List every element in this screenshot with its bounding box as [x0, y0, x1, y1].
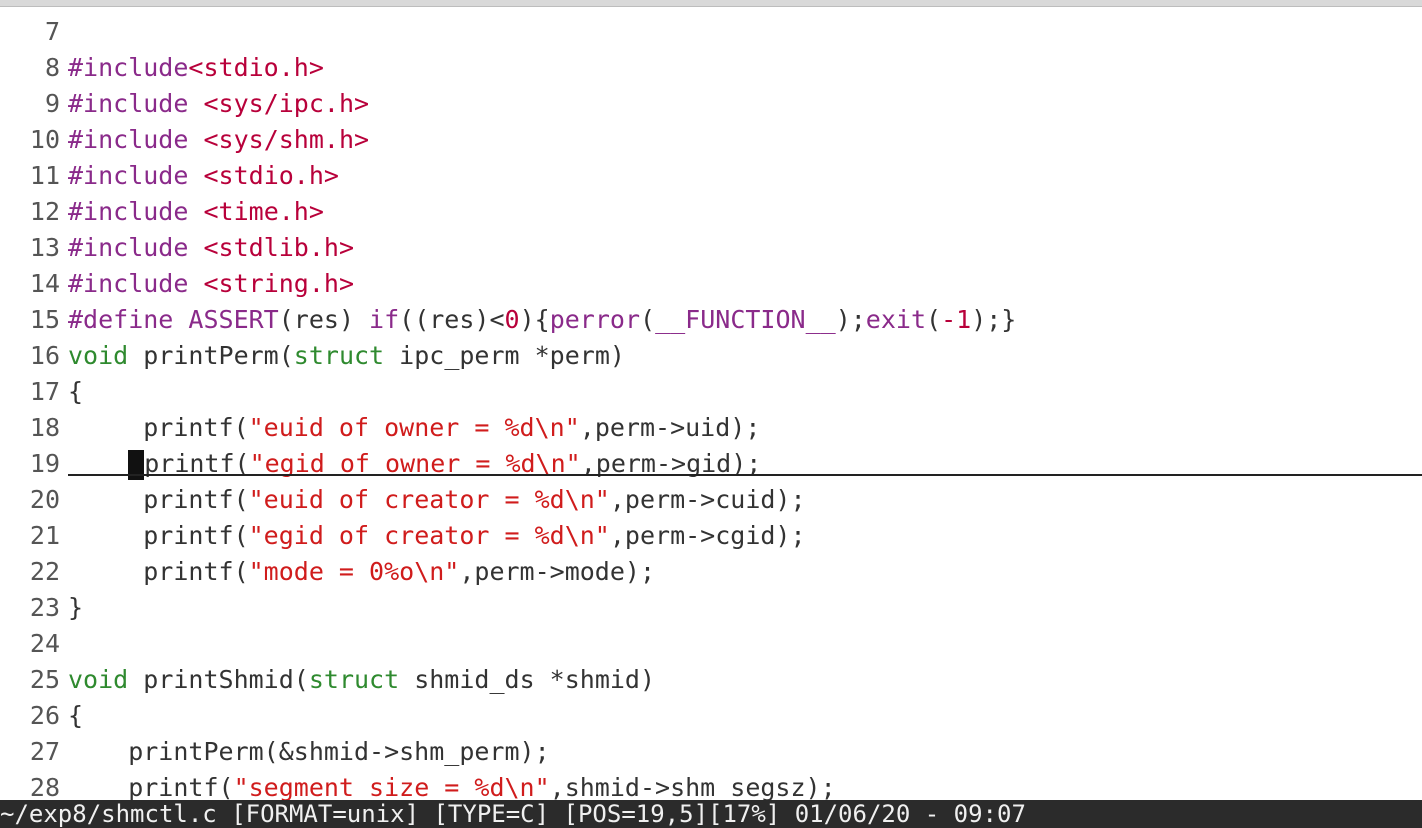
line-number: 17	[29, 377, 60, 406]
line-number: 25	[29, 665, 60, 694]
line-number: 16	[29, 341, 60, 370]
line-code: void printShmid(struct shmid_ds *shmid)	[68, 665, 656, 694]
line-number: 12	[29, 197, 60, 226]
line-code: #include <sys/ipc.h>	[68, 89, 370, 118]
line-code: printf("egid of creator = %d\n",perm->cg…	[68, 521, 806, 550]
line-code: #define ASSERT(res) if((res)<0){perror(_…	[68, 305, 1017, 334]
code-line[interactable]: 27 printPerm(&shmid->shm_perm);	[0, 734, 1422, 770]
line-number: 22	[29, 557, 60, 586]
line-code: #include <stdio.h>	[68, 161, 339, 190]
line-number: 15	[29, 305, 60, 334]
line-number: 27	[29, 737, 60, 766]
line-number: 18	[29, 413, 60, 442]
code-line[interactable]: 11 #include <stdio.h>	[0, 158, 1422, 194]
line-number: 20	[29, 485, 60, 514]
tab-line	[0, 0, 1422, 7]
line-number: 14	[29, 269, 60, 298]
status-line: ~/exp8/shmctl.c [FORMAT=unix] [TYPE=C] […	[0, 800, 1422, 828]
line-code: printf("euid of creator = %d\n",perm->cu…	[68, 485, 806, 514]
code-line[interactable]: 10 #include <sys/shm.h>	[0, 122, 1422, 158]
line-number: 13	[29, 233, 60, 262]
code-line[interactable]: 22 printf("mode = 0%o\n",perm->mode);	[0, 554, 1422, 590]
line-code: #include <time.h>	[68, 197, 324, 226]
code-line[interactable]: 12 #include <time.h>	[0, 194, 1422, 230]
code-line[interactable]: 13 #include <stdlib.h>	[0, 230, 1422, 266]
code-line[interactable]: 9 #include <sys/ipc.h>	[0, 86, 1422, 122]
line-number: 7	[44, 17, 60, 46]
vim-editor[interactable]: 7 8 #include<stdio.h> 9 #include <sys/ipc.h>…	[0, 0, 1422, 828]
code-area[interactable]: 7 8 #include<stdio.h> 9 #include <sys/ipc.h>…	[0, 14, 1422, 806]
code-line[interactable]: 26 {	[0, 698, 1422, 734]
code-line[interactable]: 14 #include <string.h>	[0, 266, 1422, 302]
code-line[interactable]: 15 #define ASSERT(res) if((res)<0){perror…	[0, 302, 1422, 338]
line-number: 9	[44, 89, 60, 118]
code-line[interactable]: 7	[0, 14, 1422, 50]
line-number: 19	[29, 449, 60, 478]
cursor-line-underline	[68, 474, 1422, 476]
line-number: 23	[29, 593, 60, 622]
line-number: 11	[29, 161, 60, 190]
line-code: printf("segment size = %d\n",shmid->shm_…	[68, 773, 836, 802]
code-line[interactable]: 16 void printPerm(struct ipc_perm *perm)	[0, 338, 1422, 374]
code-line[interactable]: 20 printf("euid of creator = %d\n",perm-…	[0, 482, 1422, 518]
line-code: printf("mode = 0%o\n",perm->mode);	[68, 557, 656, 586]
line-number: 8	[44, 53, 60, 82]
line-code: #include <sys/shm.h>	[68, 125, 370, 154]
line-number: 21	[29, 521, 60, 550]
line-code: }	[68, 593, 84, 622]
line-code: printf("euid of owner = %d\n",perm->uid)…	[68, 413, 761, 442]
line-code: #include<stdio.h>	[68, 53, 324, 82]
code-line[interactable]: 18 printf("euid of owner = %d\n",perm->u…	[0, 410, 1422, 446]
line-code: #include <stdlib.h>	[68, 233, 354, 262]
line-code: printPerm(&shmid->shm_perm);	[68, 737, 550, 766]
code-line[interactable]: 17 {	[0, 374, 1422, 410]
line-code: {	[68, 701, 84, 730]
code-line[interactable]: 23}	[0, 590, 1422, 626]
line-code: void printPerm(struct ipc_perm *perm)	[68, 341, 625, 370]
code-line[interactable]: 21 printf("egid of creator = %d\n",perm-…	[0, 518, 1422, 554]
line-number: 24	[29, 629, 60, 658]
code-line[interactable]: 25 void printShmid(struct shmid_ds *shmid…	[0, 662, 1422, 698]
code-line[interactable]: 8 #include<stdio.h>	[0, 50, 1422, 86]
code-line[interactable]: 24	[0, 626, 1422, 662]
line-code: {	[68, 377, 84, 406]
code-line[interactable]: 19 printf("egid of owner = %d\n",perm->g…	[0, 446, 1422, 482]
line-number: 10	[29, 125, 60, 154]
line-code: #include <string.h>	[68, 269, 354, 298]
line-number: 26	[29, 701, 60, 730]
